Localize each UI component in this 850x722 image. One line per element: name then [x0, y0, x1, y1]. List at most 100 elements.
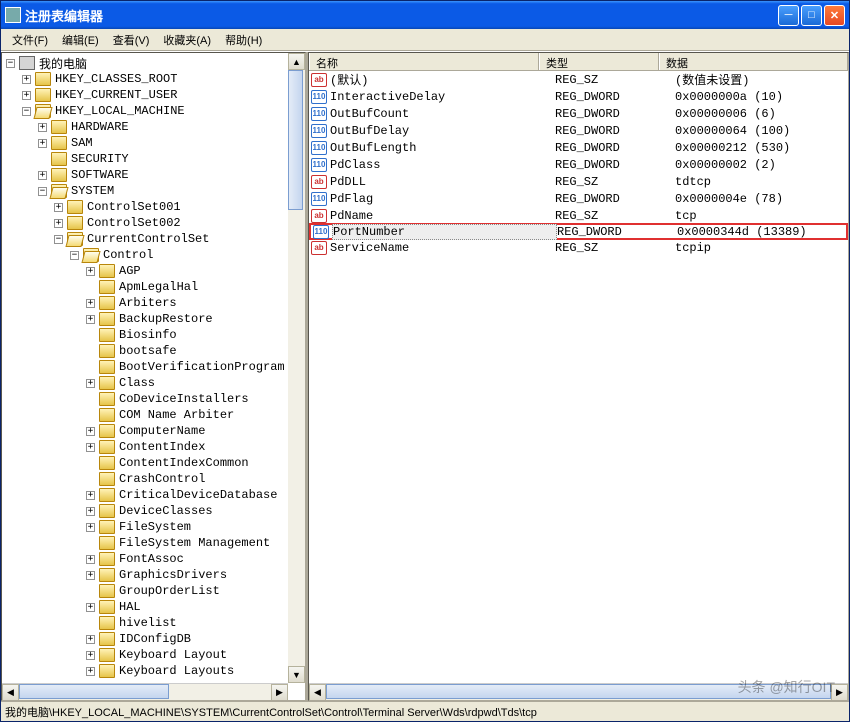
expand-icon[interactable] [86, 379, 95, 388]
tree-item[interactable]: SYSTEM [38, 183, 303, 199]
expand-icon[interactable] [86, 555, 95, 564]
tree-item[interactable]: HARDWARE [38, 119, 303, 135]
expand-icon[interactable] [86, 507, 95, 516]
expand-icon[interactable] [86, 667, 95, 676]
tree-item[interactable]: Class [86, 375, 303, 391]
expand-icon[interactable] [22, 75, 31, 84]
list-row[interactable]: 110OutBufLengthREG_DWORD0x00000212 (530) [309, 139, 848, 156]
values-list[interactable]: 名称 类型 数据 ab(默认)REG_SZ(数值未设置)110Interacti… [308, 52, 849, 701]
scroll-up-icon[interactable]: ▲ [288, 53, 305, 70]
tree-item[interactable]: BackupRestore [86, 311, 303, 327]
tree-item[interactable]: SOFTWARE [38, 167, 303, 183]
tree-item[interactable]: CriticalDeviceDatabase [86, 487, 303, 503]
expand-icon[interactable] [86, 315, 95, 324]
tree-item[interactable]: Biosinfo [86, 327, 303, 343]
expand-icon[interactable] [54, 219, 63, 228]
list-row[interactable]: 110OutBufCountREG_DWORD0x00000006 (6) [309, 105, 848, 122]
titlebar[interactable]: 注册表编辑器 ─ □ ✕ [1, 1, 849, 29]
tree-item[interactable]: SAM [38, 135, 303, 151]
list-row[interactable]: abServiceNameREG_SZtcpip [309, 239, 848, 256]
expand-icon[interactable] [86, 635, 95, 644]
expand-icon[interactable] [86, 491, 95, 500]
tree-item[interactable]: AGP [86, 263, 303, 279]
tree-horizontal-scrollbar[interactable]: ◀ ▶ [2, 683, 288, 700]
tree-item[interactable]: ApmLegalHal [86, 279, 303, 295]
collapse-icon[interactable] [6, 59, 15, 68]
tree-item[interactable]: ControlSet001 [54, 199, 303, 215]
collapse-icon[interactable] [54, 235, 63, 244]
tree-root[interactable]: 我的电脑 [6, 55, 303, 71]
scroll-left-icon[interactable]: ◀ [309, 684, 326, 701]
column-type[interactable]: 类型 [539, 53, 659, 70]
expand-icon[interactable] [86, 603, 95, 612]
tree-view[interactable]: 我的电脑HKEY_CLASSES_ROOTHKEY_CURRENT_USERHK… [1, 52, 306, 701]
expand-icon[interactable] [38, 139, 47, 148]
minimize-button[interactable]: ─ [778, 5, 799, 26]
tree-item[interactable]: COM Name Arbiter [86, 407, 303, 423]
list-row[interactable]: 110PdClassREG_DWORD0x00000002 (2) [309, 156, 848, 173]
tree-item[interactable]: HKEY_CURRENT_USER [22, 87, 303, 103]
tree-item[interactable]: IDConfigDB [86, 631, 303, 647]
tree-item[interactable]: FontAssoc [86, 551, 303, 567]
menu-favorites[interactable]: 收藏夹(A) [156, 30, 218, 50]
tree-item[interactable]: FileSystem [86, 519, 303, 535]
collapse-icon[interactable] [22, 107, 31, 116]
tree-item[interactable]: GroupOrderList [86, 583, 303, 599]
tree-item[interactable]: CoDeviceInstallers [86, 391, 303, 407]
tree-item[interactable]: FileSystem Management [86, 535, 303, 551]
collapse-icon[interactable] [38, 187, 47, 196]
tree-item[interactable]: HKEY_LOCAL_MACHINE [22, 103, 303, 119]
close-button[interactable]: ✕ [824, 5, 845, 26]
expand-icon[interactable] [86, 523, 95, 532]
tree-item[interactable]: ContentIndex [86, 439, 303, 455]
expand-icon[interactable] [38, 171, 47, 180]
expand-icon[interactable] [86, 427, 95, 436]
expand-icon[interactable] [86, 443, 95, 452]
menu-help[interactable]: 帮助(H) [218, 30, 269, 50]
list-row[interactable]: 110PdFlagREG_DWORD0x0000004e (78) [309, 190, 848, 207]
list-row[interactable]: ab(默认)REG_SZ(数值未设置) [309, 71, 848, 88]
tree-item[interactable]: ControlSet002 [54, 215, 303, 231]
list-row[interactable]: 110InteractiveDelayREG_DWORD0x0000000a (… [309, 88, 848, 105]
list-row[interactable]: 110PortNumberREG_DWORD0x0000344d (13389) [309, 223, 848, 240]
scroll-down-icon[interactable]: ▼ [288, 666, 305, 683]
list-row[interactable]: 110OutBufDelayREG_DWORD0x00000064 (100) [309, 122, 848, 139]
tree-item[interactable]: bootsafe [86, 343, 303, 359]
tree-item[interactable]: Arbiters [86, 295, 303, 311]
menu-file[interactable]: 文件(F) [5, 30, 55, 50]
tree-item[interactable]: Keyboard Layouts [86, 663, 303, 679]
menu-edit[interactable]: 编辑(E) [55, 30, 106, 50]
tree-item[interactable]: DeviceClasses [86, 503, 303, 519]
expand-icon[interactable] [22, 91, 31, 100]
tree-item[interactable]: GraphicsDrivers [86, 567, 303, 583]
tree-item[interactable]: Keyboard Layout [86, 647, 303, 663]
expand-icon[interactable] [86, 267, 95, 276]
tree-item[interactable]: CurrentControlSet [54, 231, 303, 247]
tree-item[interactable]: HAL [86, 599, 303, 615]
scroll-left-icon[interactable]: ◀ [2, 684, 19, 701]
list-row[interactable]: abPdDLLREG_SZtdtcp [309, 173, 848, 190]
list-row[interactable]: abPdNameREG_SZtcp [309, 207, 848, 224]
tree-item[interactable]: Control [70, 247, 303, 263]
column-data[interactable]: 数据 [659, 53, 848, 70]
tree-item[interactable]: HKEY_CLASSES_ROOT [22, 71, 303, 87]
tree-item[interactable]: SECURITY [38, 151, 303, 167]
tree-item[interactable]: ContentIndexCommon [86, 455, 303, 471]
tree-item[interactable]: hivelist [86, 615, 303, 631]
tree-item[interactable]: BootVerificationProgram [86, 359, 303, 375]
expand-icon[interactable] [38, 123, 47, 132]
column-name[interactable]: 名称 [309, 53, 539, 70]
expand-icon[interactable] [86, 651, 95, 660]
tree-vertical-scrollbar[interactable]: ▲ ▼ [288, 53, 305, 683]
expand-icon[interactable] [86, 571, 95, 580]
folder-icon [99, 648, 115, 662]
menu-view[interactable]: 查看(V) [106, 30, 157, 50]
collapse-icon[interactable] [70, 251, 79, 260]
maximize-button[interactable]: □ [801, 5, 822, 26]
expand-icon[interactable] [86, 299, 95, 308]
scroll-right-icon[interactable]: ▶ [271, 684, 288, 701]
expand-icon[interactable] [54, 203, 63, 212]
menubar: 文件(F) 编辑(E) 查看(V) 收藏夹(A) 帮助(H) [1, 29, 849, 51]
tree-item[interactable]: CrashControl [86, 471, 303, 487]
tree-item[interactable]: ComputerName [86, 423, 303, 439]
